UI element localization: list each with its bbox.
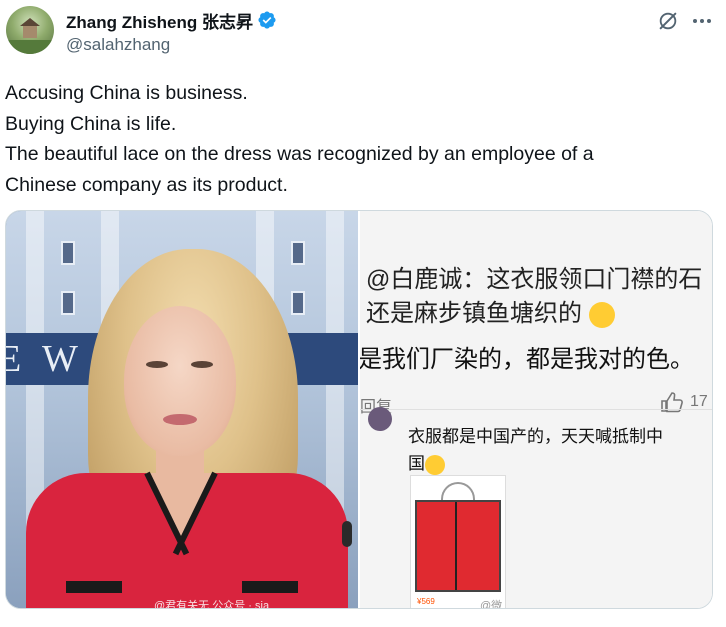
speaker-eye	[191, 361, 213, 368]
product-thumbnail: ¥569	[410, 475, 506, 608]
comment-2: 是我们厂染的，都是我对的色。	[360, 346, 694, 373]
tweet-media[interactable]: E W OUS @君有关无 公众号 · sia @白鹿诚：这衣服领口门襟的石 还…	[5, 210, 713, 609]
press-briefing-photo[interactable]: E W OUS @君有关无 公众号 · sia	[6, 211, 358, 609]
comment-1-text: 还是麻步镇鱼塘织的	[366, 300, 582, 327]
tweet-line: The beautiful lace on the dress was reco…	[5, 143, 594, 165]
speaker-lips	[163, 414, 197, 425]
author-handle[interactable]: @salahzhang	[66, 35, 170, 55]
commenter-avatar	[368, 407, 392, 431]
backdrop-window	[61, 241, 75, 265]
tweet-line: Chinese company as its product.	[5, 173, 288, 196]
verified-badge-icon	[258, 11, 276, 29]
tweet-line: Accusing China is business.	[5, 82, 248, 104]
more-icon[interactable]	[691, 10, 713, 32]
more-dot	[700, 19, 704, 23]
avatar-lawn	[6, 40, 54, 54]
comment-3-text: 国	[408, 454, 425, 473]
hanger-icon	[441, 482, 475, 500]
comment-divider	[360, 409, 712, 410]
microphone	[342, 521, 352, 547]
tweet-text: Accusing China is business. Buying China…	[5, 78, 705, 200]
author-display-name[interactable]: Zhang Zhisheng 张志昇	[66, 8, 253, 33]
avatar-pavilion-roof	[20, 18, 40, 26]
comment-3-line: 衣服都是中国产的，天天喊抵制中	[408, 427, 663, 446]
product-price: ¥569	[417, 597, 435, 606]
comment-1: @白鹿诚：这衣服领口门襟的石 还是麻步镇鱼塘织的	[366, 263, 702, 331]
grin-emoji-icon	[588, 301, 615, 328]
tweet-line: Buying China is life.	[5, 112, 177, 135]
author-name-row: Zhang Zhisheng 张志昇	[66, 8, 277, 32]
speaker-face	[124, 306, 236, 456]
cardigan-trim	[455, 502, 457, 590]
dress-pocket-trim	[66, 581, 122, 593]
avatar-pavilion	[23, 26, 37, 38]
more-dot	[693, 19, 697, 23]
backdrop-window	[61, 291, 75, 315]
comments-screenshot[interactable]: @白鹿诚：这衣服领口门襟的石 还是麻步镇鱼塘织的 是我们厂染的，都是我对的色。 …	[360, 211, 712, 609]
laughing-emoji-icon	[425, 454, 445, 475]
dress-pocket-trim	[242, 581, 298, 593]
comment-1-line: @白鹿诚：这衣服领口门襟的石	[366, 266, 703, 293]
speaker-eye	[146, 361, 168, 368]
screenshot-watermark: @微	[480, 600, 503, 609]
more-dot	[707, 19, 711, 23]
photo-watermark: @君有关无 公众号 · sia	[154, 600, 270, 609]
red-cardigan-image	[415, 500, 501, 592]
backdrop-window	[291, 241, 305, 265]
grok-icon[interactable]	[657, 10, 679, 32]
avatar[interactable]	[6, 6, 54, 54]
comment-3: 衣服都是中国产的，天天喊抵制中 国	[408, 423, 698, 477]
comment-1-line: 还是麻步镇鱼塘织的	[366, 297, 702, 331]
comment-3-line: 国	[408, 450, 698, 477]
backdrop-window	[291, 291, 305, 315]
